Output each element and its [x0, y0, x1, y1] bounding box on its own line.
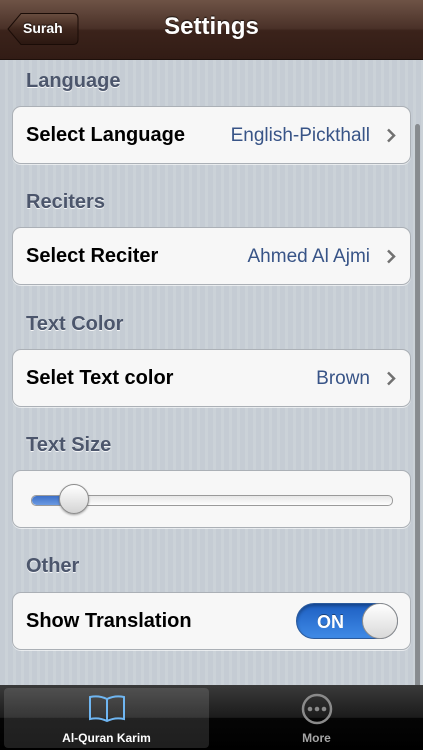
- section-header-text-size: Text Size: [26, 434, 112, 456]
- select-language-label: Select Language: [26, 124, 185, 146]
- select-reciter-cell[interactable]: Select Reciter Ahmed Al Ajmi: [12, 227, 411, 285]
- show-translation-label: Show Translation: [26, 610, 192, 632]
- text-size-cell: [12, 470, 411, 528]
- tab-label: More: [302, 731, 331, 745]
- select-text-color-cell[interactable]: Selet Text color Brown: [12, 349, 411, 407]
- select-language-value: English-Pickthall: [230, 125, 370, 146]
- chevron-right-icon: [387, 128, 396, 143]
- more-icon: [301, 693, 332, 725]
- scrollbar[interactable]: [415, 124, 420, 734]
- select-language-cell[interactable]: Select Language English-Pickthall: [12, 106, 411, 164]
- tab-label: Al-Quran Karim: [62, 731, 151, 745]
- chevron-right-icon: [387, 371, 396, 386]
- show-translation-toggle[interactable]: ON: [296, 603, 398, 639]
- section-header-language: Language: [26, 70, 121, 92]
- tab-al-quran-karim[interactable]: Al-Quran Karim: [4, 688, 209, 748]
- book-icon: [88, 695, 125, 723]
- settings-list: Language Select Language English-Picktha…: [0, 60, 423, 734]
- show-translation-cell: Show Translation ON: [12, 592, 411, 650]
- section-header-text-color: Text Color: [26, 313, 124, 335]
- navigation-bar: Surah Settings: [0, 0, 423, 60]
- slider-knob[interactable]: [59, 484, 89, 514]
- section-header-other: Other: [26, 555, 80, 577]
- chevron-right-icon: [387, 249, 396, 264]
- select-text-color-value: Brown: [316, 368, 370, 389]
- tab-more[interactable]: More: [214, 688, 419, 748]
- section-header-reciters: Reciters: [26, 191, 105, 213]
- toggle-knob: [362, 603, 398, 639]
- select-reciter-value: Ahmed Al Ajmi: [247, 246, 371, 267]
- page-title: Settings: [164, 13, 259, 40]
- tab-bar: Al-Quran Karim More: [0, 685, 423, 750]
- select-reciter-label: Select Reciter: [26, 245, 159, 267]
- toggle-state-label: ON: [317, 612, 344, 632]
- select-text-color-label: Selet Text color: [26, 367, 174, 389]
